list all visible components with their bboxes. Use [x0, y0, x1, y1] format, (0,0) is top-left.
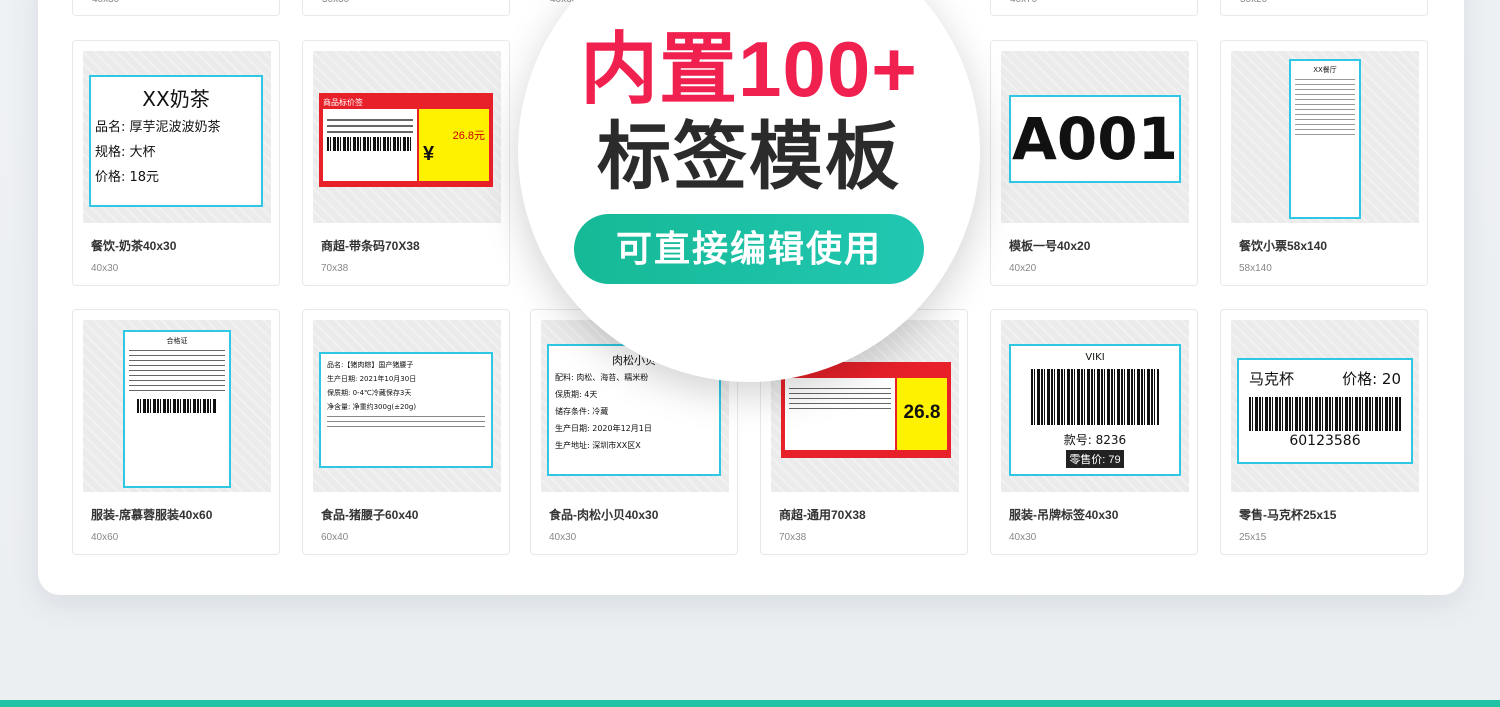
template-size: 25x15	[1239, 532, 1267, 543]
template-card[interactable]: 商品标价签 26.8元 ¥ 商超-带条码70X38 70x38	[302, 40, 510, 286]
label-title: XX奶茶	[142, 87, 210, 111]
template-name: 食品-猪腰子60x40	[321, 508, 419, 522]
template-thumbnail: 马克杯 价格: 20 60123586	[1231, 320, 1419, 492]
badge-pill: 可直接编辑使用	[574, 214, 924, 284]
label-line: 生产日期: 2020年12月1日	[555, 424, 652, 433]
price-value: 26.8	[903, 402, 941, 423]
template-card[interactable]: 马克杯 价格: 20 60123586 零售-马克杯25x15 25x15	[1220, 309, 1428, 555]
label-line: 保质期: 4天	[555, 390, 598, 399]
template-size: 40x20	[1009, 263, 1037, 274]
template-card[interactable]: XX餐厅 餐饮小票58x140 58x140	[1220, 40, 1428, 286]
template-size: 70x38	[321, 263, 349, 274]
label-line: 品名: 厚芋泥波波奶茶	[95, 120, 221, 135]
hangtag-label: VIKI 款号: 8236 零售价: 79	[1009, 344, 1181, 476]
template-name: 商超-通用70X38	[779, 508, 866, 522]
template-thumbnail: A001	[1001, 51, 1189, 223]
price-value: 26.8元	[452, 130, 485, 142]
template-thumbnail: VIKI 款号: 8236 零售价: 79	[1001, 320, 1189, 492]
barcode	[1249, 397, 1401, 431]
template-size: 40x60	[91, 532, 119, 543]
retail-price: 零售价: 79	[1066, 450, 1124, 468]
price-tag-header: 商品标价签	[323, 98, 363, 107]
template-name: 商超-带条码70X38	[321, 239, 420, 253]
partial-card[interactable]	[1220, 0, 1428, 16]
price-tag-label: 商品标价签 26.8元 ¥	[319, 93, 493, 187]
template-name: 餐饮-奶茶40x30	[91, 239, 177, 253]
badge-subheadline: 标签模板	[597, 115, 901, 198]
template-card[interactable]: 合格证 服装-席慕蓉服装40x60 40x60	[72, 309, 280, 555]
partial-card[interactable]	[302, 0, 510, 16]
mug-code: 60123586	[1289, 433, 1361, 449]
template-thumbnail: 品名:【猪肉粽】国产猪腰子 生产日期: 2021年10月30日 保质期: 0-4…	[313, 320, 501, 492]
a001-text: A001	[1012, 105, 1178, 173]
template-name: 服装-吊牌标签40x30	[1009, 508, 1119, 522]
label-line: 生产地址: 深圳市XX区X	[555, 441, 641, 450]
template-size: 40x30	[91, 263, 119, 274]
yen-icon: ¥	[423, 143, 435, 165]
mug-label: 马克杯 价格: 20 60123586	[1237, 358, 1413, 464]
price-tag-info	[323, 109, 417, 181]
zongzi-label: 品名:【猪肉粽】国产猪腰子 生产日期: 2021年10月30日 保质期: 0-4…	[319, 352, 493, 468]
template-card[interactable]: VIKI 款号: 8236 零售价: 79 服装-吊牌标签40x30 40x30	[990, 309, 1198, 555]
template-name: 零售-马克杯25x15	[1239, 508, 1337, 522]
style-code: 款号: 8236	[1063, 433, 1127, 447]
badge-headline: 内置100+	[580, 25, 918, 113]
label-line: 保质期: 0-4℃冷藏保存3天	[327, 389, 412, 397]
a001-label: A001	[1009, 95, 1181, 183]
template-thumbnail: XX餐厅	[1231, 51, 1419, 223]
certificate-label: 合格证	[123, 330, 231, 488]
template-size: 40x30	[549, 532, 577, 543]
template-name: 食品-肉松小贝40x30	[549, 508, 659, 522]
label-line: 规格: 大杯	[95, 145, 156, 160]
label-line: 品名:【猪肉粽】国产猪腰子	[327, 361, 414, 369]
price-box: 26.8元 ¥	[419, 109, 489, 181]
barcode	[1031, 369, 1159, 425]
bottom-accent-line	[0, 700, 1500, 707]
template-card[interactable]: A001 模板一号40x20 40x20	[990, 40, 1198, 286]
receipt-title: XX餐厅	[1313, 66, 1337, 74]
template-thumbnail: XX奶茶 品名: 厚芋泥波波奶茶 规格: 大杯 价格: 18元	[83, 51, 271, 223]
template-thumbnail: 商品标价签 26.8元 ¥	[313, 51, 501, 223]
template-card[interactable]: XX奶茶 品名: 厚芋泥波波奶茶 规格: 大杯 价格: 18元 餐饮-奶茶40x…	[72, 40, 280, 286]
barcode	[327, 137, 413, 151]
mug-title: 马克杯	[1249, 370, 1295, 388]
template-name: 服装-席慕蓉服装40x60	[91, 508, 213, 522]
label-line: 价格: 18元	[95, 170, 160, 185]
label-line: 净含量: 净重约300g(±20g)	[327, 403, 417, 411]
cert-title: 合格证	[166, 337, 188, 345]
label-line: 生产日期: 2021年10月30日	[327, 375, 417, 383]
price-tag-info	[785, 378, 895, 450]
template-thumbnail: 合格证	[83, 320, 271, 492]
template-card[interactable]: 品名:【猪肉粽】国产猪腰子 生产日期: 2021年10月30日 保质期: 0-4…	[302, 309, 510, 555]
partial-card[interactable]	[990, 0, 1198, 16]
brand-text: VIKI	[1085, 352, 1105, 363]
label-line: 储存条件: 冷藏	[555, 407, 609, 416]
template-name: 模板一号40x20	[1009, 239, 1091, 253]
barcode	[137, 399, 217, 413]
price-box: 26.8	[897, 378, 947, 450]
template-size: 40x30	[1009, 532, 1037, 543]
general-price-label: 26.8	[781, 362, 951, 458]
template-name: 餐饮小票58x140	[1239, 239, 1328, 253]
mug-price: 价格: 20	[1342, 370, 1401, 388]
template-size: 58x140	[1239, 263, 1272, 274]
partial-card[interactable]	[72, 0, 280, 16]
template-size: 70x38	[779, 532, 807, 543]
receipt-label: XX餐厅	[1289, 59, 1361, 219]
milktea-label: XX奶茶 品名: 厚芋泥波波奶茶 规格: 大杯 价格: 18元	[89, 75, 263, 207]
template-size: 60x40	[321, 532, 349, 543]
